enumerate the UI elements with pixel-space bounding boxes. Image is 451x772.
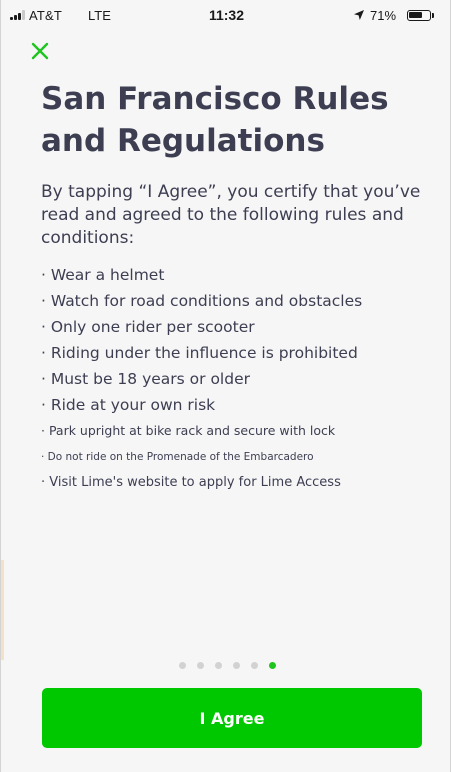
rule-item: · Ride at your own risk [41,396,216,414]
agree-button[interactable]: I Agree [42,688,422,748]
page-dot [215,662,222,669]
battery-cap [432,13,434,18]
close-button[interactable] [27,38,53,64]
rule-item: · Visit Lime's website to apply for Lime… [41,475,341,490]
status-bar: AT&T LTE 11:32 71% [1,0,450,32]
battery-fill [409,12,422,18]
page-dot-active [269,662,276,669]
rule-item: · Riding under the influence is prohibit… [41,344,358,362]
page-title: San Francisco Rules and Regulations [41,81,389,159]
page-dot [251,662,258,669]
rule-item: · Must be 18 years or older [41,370,250,388]
page-dot [179,662,186,669]
rule-item: · Only one rider per scooter [41,318,255,336]
phone-screen: AT&T LTE 11:32 71% San Francisco Rules a… [0,0,451,772]
page-dot [197,662,204,669]
rule-item: · Wear a helmet [41,266,165,284]
edge-accent [1,560,4,660]
rules-list: · Wear a helmet · Watch for road conditi… [41,262,441,496]
intro-text: By tapping “I Agree”, you certify that y… [41,182,421,248]
rule-item: · Watch for road conditions and obstacle… [41,292,363,310]
battery-icon [407,10,431,21]
page-indicator [1,662,450,669]
battery-percent: 71% [370,8,397,23]
rule-item: · Park upright at bike rack and secure w… [41,423,336,438]
rule-item: · Do not ride on the Promenade of the Em… [41,451,314,463]
location-arrow-icon [354,10,364,20]
close-icon [31,42,49,60]
page-dot [233,662,240,669]
